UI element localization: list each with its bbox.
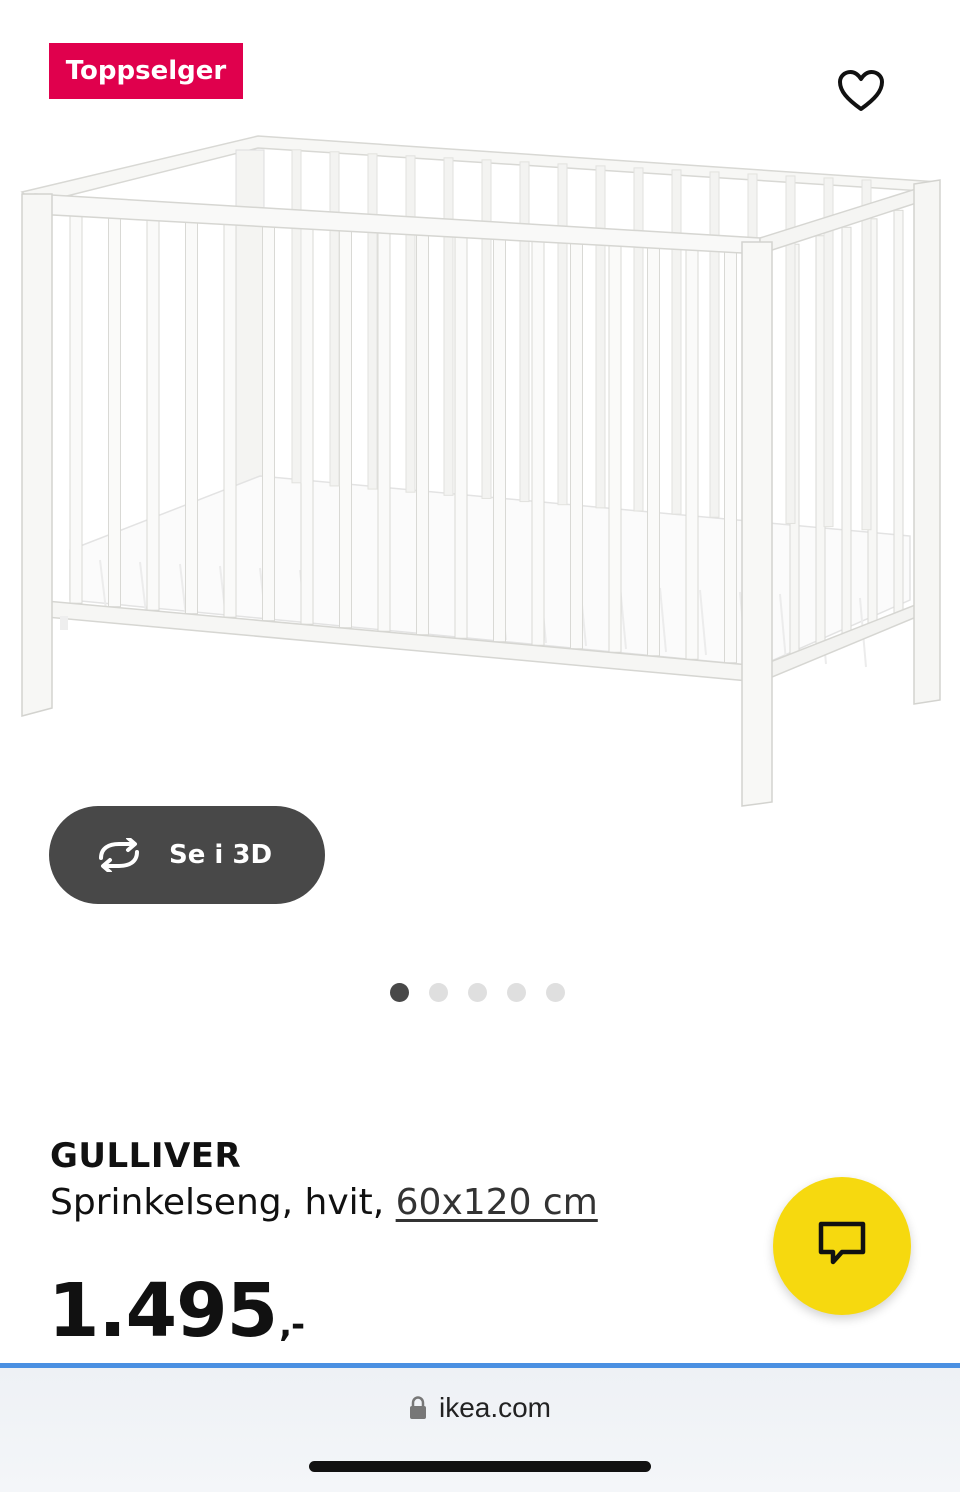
price-value: 1.495	[48, 1268, 278, 1354]
chat-button[interactable]	[773, 1177, 911, 1315]
gallery-pagination	[390, 983, 565, 1002]
product-size-link[interactable]: 60x120 cm	[396, 1182, 598, 1223]
product-image[interactable]	[0, 130, 960, 820]
product-name: GULLIVER	[50, 1136, 242, 1176]
gallery-dot-4[interactable]	[507, 983, 526, 1002]
chat-icon	[816, 1219, 868, 1273]
lock-icon	[409, 1396, 427, 1420]
home-indicator[interactable]	[309, 1461, 651, 1472]
url-display[interactable]: ikea.com	[0, 1392, 960, 1424]
top-seller-badge: Toppselger	[49, 43, 243, 99]
view-3d-label: Se i 3D	[169, 840, 273, 870]
product-description: Sprinkelseng, hvit, 60x120 cm	[50, 1182, 598, 1223]
product-type: Sprinkelseng, hvit,	[50, 1182, 385, 1223]
gallery-dot-1[interactable]	[390, 983, 409, 1002]
view-3d-button[interactable]: Se i 3D	[49, 806, 325, 904]
gallery-dot-3[interactable]	[468, 983, 487, 1002]
browser-address-bar: ikea.com	[0, 1368, 960, 1492]
rotate-3d-icon	[93, 838, 145, 872]
heart-icon	[837, 69, 885, 117]
product-price: 1.495 ,-	[48, 1268, 305, 1354]
url-text: ikea.com	[438, 1392, 552, 1423]
gallery-dot-2[interactable]	[429, 983, 448, 1002]
gallery-dot-5[interactable]	[546, 983, 565, 1002]
favorite-button[interactable]	[834, 66, 888, 120]
price-suffix: ,-	[279, 1305, 305, 1345]
